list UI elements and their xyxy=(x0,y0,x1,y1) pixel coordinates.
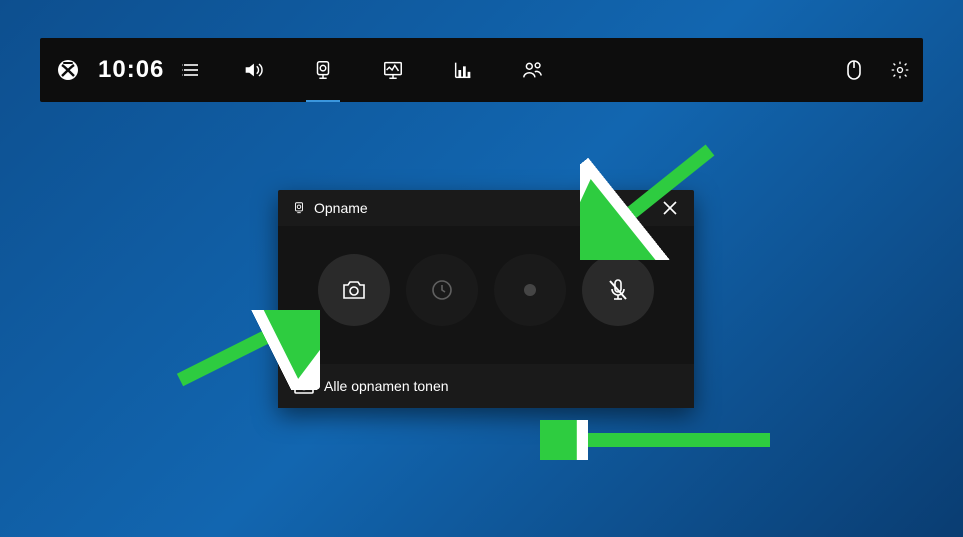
pin-icon xyxy=(630,200,646,216)
social-tab[interactable] xyxy=(498,38,568,102)
mouse-icon xyxy=(845,59,863,81)
pin-button[interactable] xyxy=(622,192,654,224)
capture-widget-body xyxy=(278,226,694,364)
toolbar-tabs xyxy=(218,38,831,102)
capture-widget: Opname xyxy=(278,190,694,408)
speaker-icon xyxy=(242,59,264,81)
record-last-button xyxy=(406,254,478,326)
history-icon xyxy=(430,278,454,302)
capture-widget-header: Opname xyxy=(278,190,694,226)
resources-tab[interactable] xyxy=(428,38,498,102)
audio-tab[interactable] xyxy=(218,38,288,102)
capture-widget-title-wrap: Opname xyxy=(292,200,622,216)
game-bar-toolbar: 10:06 xyxy=(40,38,923,102)
widgets-menu-icon[interactable] xyxy=(182,61,200,79)
close-icon xyxy=(663,201,677,215)
close-button[interactable] xyxy=(654,192,686,224)
show-all-captures-label: Alle opnamen tonen xyxy=(324,378,449,394)
clock: 10:06 xyxy=(98,56,164,84)
show-all-captures-button[interactable]: Alle opnamen tonen xyxy=(278,364,694,408)
mic-off-icon xyxy=(607,278,629,302)
gear-icon xyxy=(890,60,910,80)
people-icon xyxy=(521,59,545,81)
bar-chart-icon xyxy=(452,59,474,81)
xbox-logo-icon[interactable] xyxy=(56,58,80,82)
notification-badge xyxy=(309,376,316,383)
capture-widget-title: Opname xyxy=(314,200,368,216)
record-button xyxy=(494,254,566,326)
webcam-icon xyxy=(312,59,334,81)
toolbar-right-group xyxy=(831,38,923,102)
performance-tab[interactable] xyxy=(358,38,428,102)
webcam-small-icon xyxy=(292,201,306,215)
gallery-icon-wrap xyxy=(294,378,314,394)
screenshot-button[interactable] xyxy=(318,254,390,326)
toolbar-left-group: 10:06 xyxy=(40,56,218,84)
settings-button[interactable] xyxy=(877,38,923,102)
camera-icon xyxy=(341,279,367,301)
mic-toggle-button[interactable] xyxy=(582,254,654,326)
capture-tab[interactable] xyxy=(288,38,358,102)
record-dot-icon xyxy=(523,283,537,297)
monitor-icon xyxy=(382,59,404,81)
mouse-button[interactable] xyxy=(831,38,877,102)
annotation-arrow-bottom xyxy=(540,420,780,460)
